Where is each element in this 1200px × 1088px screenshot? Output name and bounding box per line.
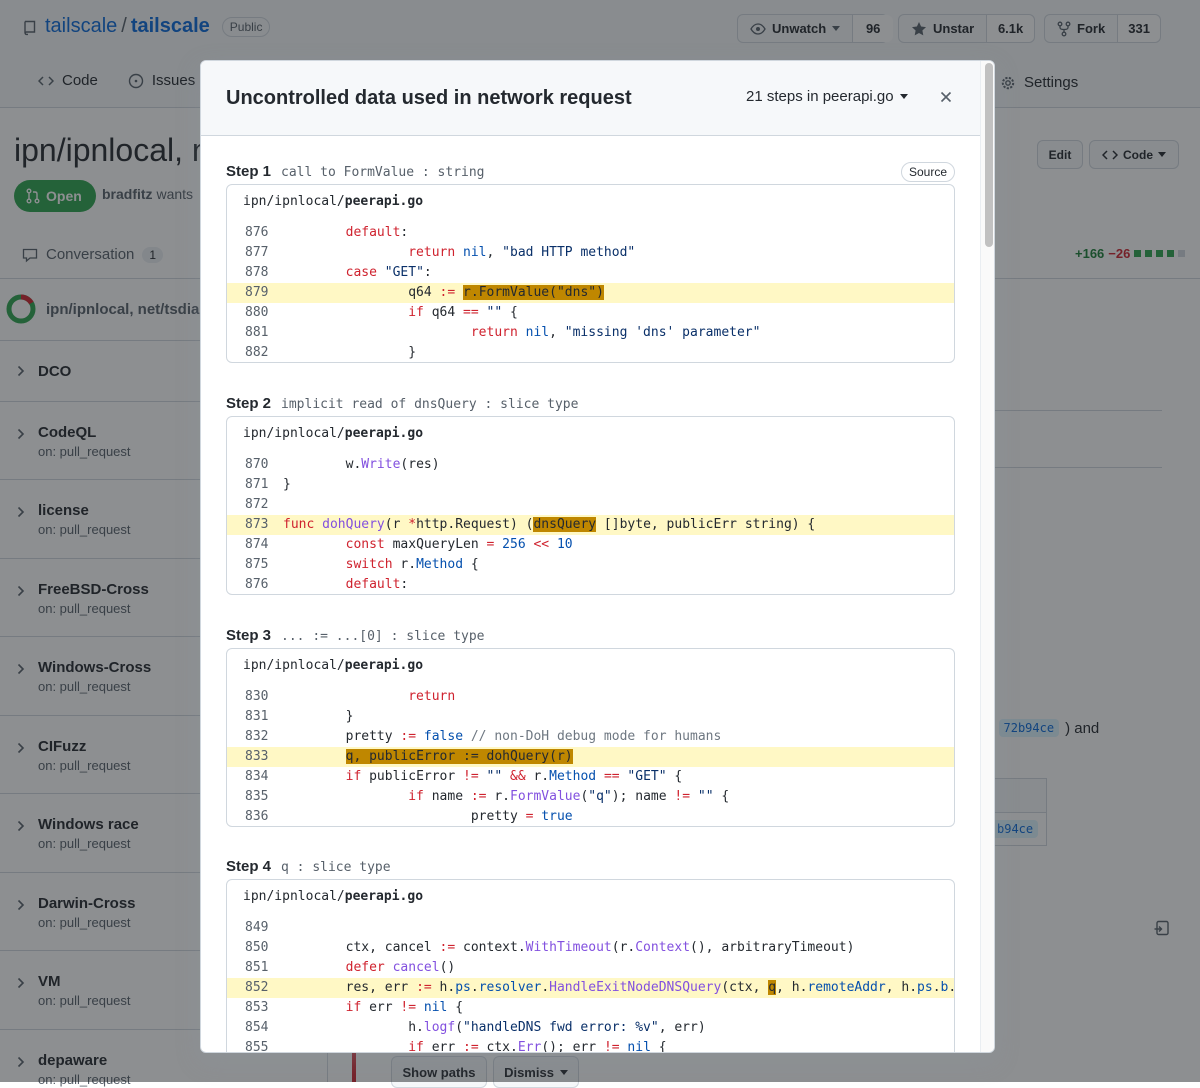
code-line: 872	[245, 497, 269, 513]
code-snippet: ipn/ipnlocal/peerapi.go 830 return 831 }…	[226, 648, 955, 828]
dialog-header: Uncontrolled data used in network reques…	[201, 61, 994, 136]
code-snippet: ipn/ipnlocal/peerapi.go 870 w.Write(res)…	[226, 416, 955, 596]
code-line: 836 pretty = true	[245, 808, 573, 824]
code-line: 835 if name := r.FormValue("q"); name !=…	[245, 788, 730, 804]
steps-dropdown[interactable]: 21 steps in peerapi.go	[746, 88, 908, 105]
close-icon[interactable]	[940, 91, 952, 103]
code-line: 850 ctx, cancel := context.WithTimeout(r…	[245, 940, 855, 956]
step-description: ... := ...[0] : slice type	[281, 629, 485, 644]
dialog-scrollbar[interactable]	[980, 61, 994, 1052]
dialog-body: Step 1 call to FormValue : string Source…	[201, 136, 980, 1053]
code-line: 831 }	[245, 709, 354, 725]
code-line: 851 defer cancel()	[245, 960, 456, 976]
code-line: 854 h.logf("handleDNS fwd error: %v", er…	[245, 1019, 706, 1035]
code-line: 876 default:	[245, 576, 409, 592]
step-number: Step 2	[226, 395, 272, 412]
code-line: 853 if err != nil {	[245, 1000, 464, 1015]
source-badge: Source	[900, 162, 955, 182]
step-heading: Step 1 call to FormValue : string	[226, 163, 485, 180]
highlighted-code-line: 852 res, err := h.ps.resolver.HandleExit…	[227, 977, 954, 998]
file-path[interactable]: ipn/ipnlocal/peerapi.go	[227, 880, 954, 918]
code-line: 871}	[245, 477, 291, 493]
code-line: 877 return nil, "bad HTTP method"	[245, 245, 636, 261]
triangle-down-icon	[899, 94, 908, 99]
scrollbar-thumb[interactable]	[985, 63, 993, 247]
steps-summary: 21 steps in peerapi.go	[746, 88, 894, 105]
step-heading: Step 2 implicit read of dnsQuery : slice…	[226, 395, 578, 412]
step-number: Step 1	[226, 163, 272, 180]
code-snippet: ipn/ipnlocal/peerapi.go 849 850 ctx, can…	[226, 879, 955, 1053]
code-line: 830 return	[245, 689, 456, 705]
step-number: Step 4	[226, 858, 272, 875]
code-snippet: ipn/ipnlocal/peerapi.go 876 default: 877…	[226, 184, 955, 364]
code-line: 876 default:	[245, 225, 409, 241]
code-line: 834 if publicError != "" && r.Method == …	[245, 769, 683, 784]
step-heading: Step 3 ... := ...[0] : slice type	[226, 627, 485, 644]
code-line: 832 pretty := false // non-DoH debug mod…	[245, 729, 722, 745]
code-line: 875 switch r.Method {	[245, 556, 479, 572]
code-line: 880 if q64 == "" {	[245, 305, 518, 320]
code-line: 855 if err := ctx.Err(); err != nil {	[245, 1039, 667, 1053]
step-description: implicit read of dnsQuery : slice type	[281, 397, 579, 412]
step-number: Step 3	[226, 627, 272, 644]
file-path[interactable]: ipn/ipnlocal/peerapi.go	[227, 649, 954, 687]
code-line: 878 case "GET":	[245, 265, 432, 281]
highlighted-code-line: 873 func dohQuery(r *http.Request) (dnsQu…	[227, 514, 954, 535]
code-line: 881 return nil, "missing 'dns' parameter…	[245, 324, 761, 340]
file-path[interactable]: ipn/ipnlocal/peerapi.go	[227, 185, 954, 223]
code-line: 849	[245, 920, 269, 936]
highlighted-code-line: 833 q, publicError := dohQuery(r)	[227, 746, 954, 767]
code-line: 870 w.Write(res)	[245, 457, 440, 473]
step-heading: Step 4 q : slice type	[226, 858, 391, 875]
highlighted-code-line: 879 q64 := r.FormValue("dns")	[227, 282, 954, 303]
file-path[interactable]: ipn/ipnlocal/peerapi.go	[227, 417, 954, 455]
alert-path-dialog: Uncontrolled data used in network reques…	[200, 60, 995, 1053]
code-line: 882 }	[245, 344, 417, 360]
dialog-title: Uncontrolled data used in network reques…	[226, 87, 632, 109]
code-line: 874 const maxQueryLen = 256 << 10	[245, 537, 573, 552]
step-description: call to FormValue : string	[281, 165, 485, 180]
step-description: q : slice type	[281, 860, 391, 875]
